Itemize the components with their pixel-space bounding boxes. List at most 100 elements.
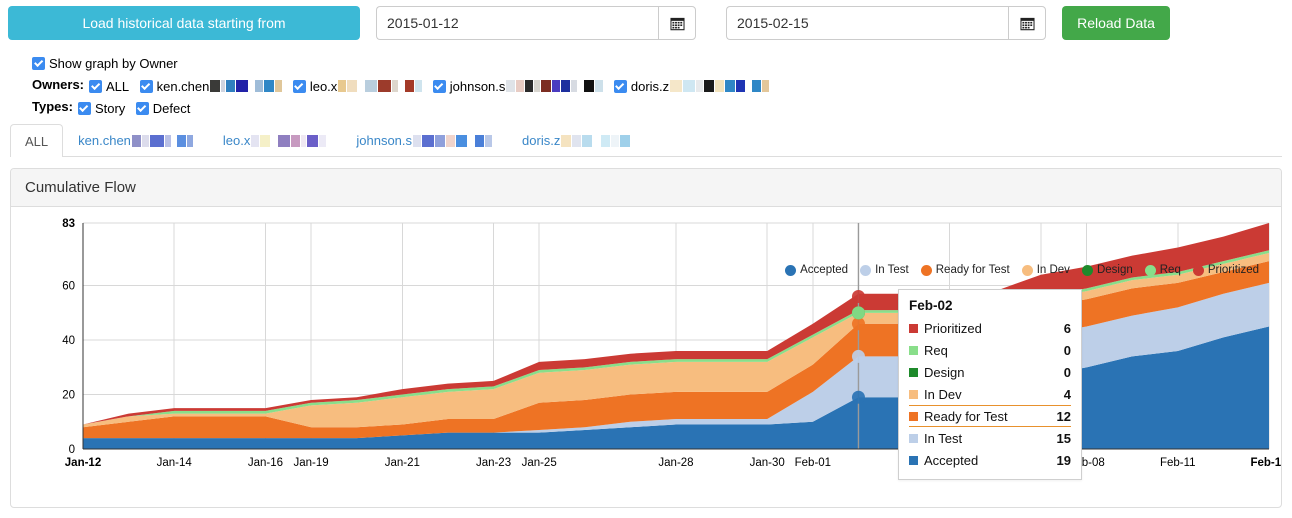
- calendar-icon: [1019, 16, 1035, 31]
- owner-option-3[interactable]: johnson.s: [432, 78, 604, 94]
- legend-dot: [1081, 264, 1093, 276]
- start-date-input[interactable]: [376, 6, 658, 40]
- tab-ALL[interactable]: ALL: [10, 124, 64, 157]
- redacted-name-block: [347, 80, 358, 92]
- owner-option-1[interactable]: ken.chen: [139, 78, 283, 94]
- owner-checkbox-2[interactable]: [292, 79, 306, 93]
- redacted-name-block: [149, 134, 164, 147]
- svg-text:Jan-19: Jan-19: [293, 457, 328, 469]
- show-graph-by-owner-checkbox[interactable]: [32, 57, 45, 70]
- redacted-name-block: [307, 134, 319, 147]
- tooltip-series-value: 15: [1056, 430, 1071, 446]
- type-label-defect: Defect: [152, 100, 191, 116]
- legend-item-req[interactable]: Req: [1144, 264, 1181, 276]
- tooltip-series-name: Design: [924, 364, 965, 380]
- owner-checkbox-0[interactable]: [89, 79, 103, 93]
- cumulative-flow-dashboard: Load historical data starting from 2015-…: [0, 0, 1292, 518]
- tooltip-series-name: Accepted: [924, 452, 979, 468]
- tooltip-series-value: 6: [1063, 320, 1071, 336]
- redacted-name-block: [696, 80, 704, 92]
- redacted-name-block: [221, 80, 226, 92]
- panel-body: 0 20 40 60 83 Jan-12 Jan-14 Jan-16 Jan-19 Jan-21 J…: [11, 207, 1281, 507]
- tooltip-row-design: Design 0: [909, 361, 1071, 383]
- tooltip-series-name: Prioritized: [924, 320, 982, 336]
- type-checkbox-story[interactable]: [77, 101, 91, 115]
- panel-title: Cumulative Flow: [25, 179, 136, 196]
- redacted-name-block: [468, 134, 475, 147]
- legend-item-prioritized[interactable]: Prioritized: [1192, 264, 1259, 276]
- redacted-name-block: [446, 134, 456, 147]
- types-checkbox-list: Story Defect: [77, 98, 196, 116]
- redacted-name-block: [541, 80, 552, 92]
- redacted-name-block: [561, 134, 572, 147]
- redacted-name-block: [762, 80, 770, 92]
- type-option-defect[interactable]: Defect: [135, 100, 191, 116]
- type-checkbox-defect[interactable]: [135, 101, 149, 115]
- redacted-name-block: [358, 80, 365, 92]
- redacted-name-block: [611, 134, 620, 147]
- reload-data-button[interactable]: Reload Data: [1062, 6, 1170, 40]
- legend-item-in-dev[interactable]: In Dev: [1021, 264, 1070, 276]
- tab-ken-chen[interactable]: ken.chen: [63, 124, 208, 156]
- legend-label: In Dev: [1036, 264, 1070, 276]
- legend-label: Prioritized: [1207, 264, 1259, 276]
- redacted-name-block: [670, 80, 683, 92]
- tooltip-series-name: In Dev: [924, 386, 962, 402]
- owner-checkbox-1[interactable]: [139, 79, 153, 93]
- end-date-input[interactable]: [726, 6, 1008, 40]
- tab-johnson-s[interactable]: johnson.s: [341, 124, 507, 156]
- chart-svg[interactable]: 020406083Jan-12 Jan-14 Jan-16 Jan-19 Jan-21 J…: [11, 207, 1281, 507]
- redacted-name-block: [601, 134, 611, 147]
- owner-option-2[interactable]: leo.x: [292, 79, 423, 94]
- legend-dot: [1021, 264, 1033, 276]
- svg-text:Feb-13: Feb-13: [1250, 457, 1281, 469]
- tooltip-series-value: 12: [1056, 408, 1071, 424]
- tab-label: ALL: [25, 133, 49, 149]
- redacted-name-block: [399, 80, 405, 92]
- legend-label: Design: [1096, 264, 1133, 276]
- redacted-name-block: [415, 80, 423, 92]
- owner-option-4[interactable]: doris.z: [613, 79, 770, 94]
- owner-option-0[interactable]: ALL: [89, 79, 129, 94]
- owner-label-3: johnson.s: [449, 78, 506, 94]
- svg-text:Feb-01: Feb-01: [795, 457, 831, 469]
- redacted-name-block: [746, 80, 752, 92]
- legend-item-in-test[interactable]: In Test: [860, 264, 909, 276]
- svg-text:60: 60: [62, 281, 75, 293]
- redacted-name-block: [392, 80, 399, 92]
- panel-header: Cumulative Flow: [11, 169, 1281, 207]
- tooltip-swatch: [909, 367, 918, 377]
- svg-text:40: 40: [62, 335, 75, 347]
- svg-text:Jan-23: Jan-23: [476, 457, 511, 469]
- legend-item-accepted[interactable]: Accepted: [785, 264, 848, 276]
- svg-text:Feb-11: Feb-11: [1160, 457, 1196, 469]
- redacted-name-block: [485, 134, 493, 147]
- tooltip-series-name: Ready for Test: [924, 408, 1008, 424]
- tooltip-row-prioritized: Prioritized 6: [909, 317, 1071, 339]
- legend-item-design[interactable]: Design: [1081, 264, 1133, 276]
- tooltip-series-name: In Test: [924, 430, 963, 446]
- tooltip-swatch: [909, 389, 918, 399]
- redacted-name-block: [715, 80, 725, 92]
- start-date-group: [376, 6, 696, 40]
- redacted-name-block: [593, 134, 601, 147]
- redacted-name-block: [264, 80, 275, 92]
- tab-doris-z[interactable]: doris.z: [507, 124, 645, 156]
- svg-text:Jan-16: Jan-16: [248, 457, 283, 469]
- tooltip-rows: Prioritized 6 Req 0 Design 0 In Dev 4 Re…: [909, 317, 1071, 471]
- owner-checkbox-3[interactable]: [432, 79, 446, 93]
- tab-leo-x[interactable]: leo.x: [208, 124, 341, 156]
- owners-row: Owners: ALL ken.chen leo.x johnson.s dor…: [32, 75, 1272, 94]
- legend-item-ready-for-test[interactable]: Ready for Test: [920, 264, 1010, 276]
- tooltip-row-accepted: Accepted 19: [909, 449, 1071, 471]
- end-date-calendar-button[interactable]: [1008, 6, 1046, 40]
- load-historical-data-button[interactable]: Load historical data starting from: [8, 6, 360, 40]
- owner-label-1: ken.chen: [156, 78, 210, 94]
- tab-label: doris.z: [522, 133, 561, 148]
- start-date-calendar-button[interactable]: [658, 6, 696, 40]
- redacted-name-block: [291, 134, 301, 147]
- owner-checkbox-4[interactable]: [613, 79, 627, 93]
- types-row: Types: Story Defect: [32, 97, 1272, 116]
- type-option-story[interactable]: Story: [77, 101, 125, 116]
- svg-text:Jan-21: Jan-21: [385, 457, 420, 469]
